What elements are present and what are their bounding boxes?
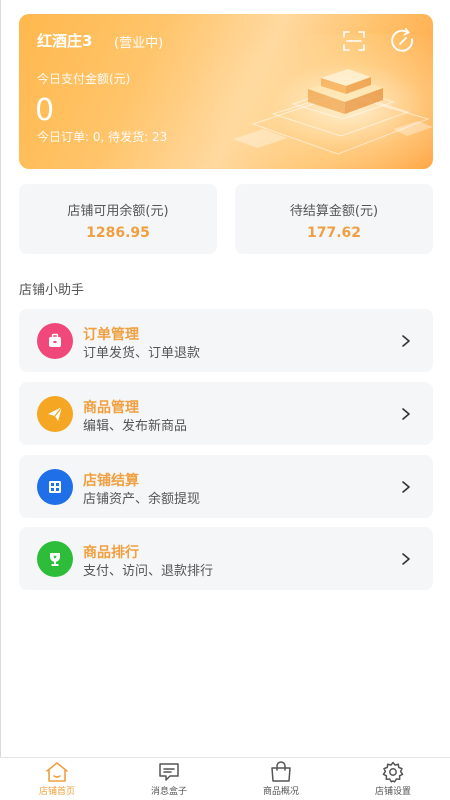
store-summary-banner: 红酒庄3 (营业中) 今日支付金额(元) 0 今日订单: 0, 待发货: 23: [19, 14, 433, 169]
menu-item-order-management[interactable]: 订单管理 订单发货、订单退款: [19, 309, 433, 372]
store-name: 红酒庄3: [37, 32, 93, 50]
menu-item-product-management[interactable]: 商品管理 编辑、发布新商品: [19, 382, 433, 445]
store-status: (营业中): [114, 36, 164, 51]
available-balance-value: 1286.95: [86, 225, 150, 241]
menu-item-title: 商品排行: [83, 545, 139, 561]
tab-label: 店铺首页: [38, 787, 75, 797]
tab-message-box[interactable]: 消息盒子: [113, 758, 225, 800]
calculator-icon: [37, 469, 73, 505]
today-payment-value: 0: [35, 93, 55, 128]
shopping-bag-icon: [271, 761, 291, 782]
available-balance-card[interactable]: 店铺可用余额(元) 1286.95: [19, 184, 217, 254]
section-title: 店铺小助手: [19, 283, 85, 298]
today-orders-summary: 今日订单: 0, 待发货: 23: [37, 130, 168, 144]
menu-item-subtitle: 店铺资产、余额提现: [83, 492, 201, 507]
menu-item-title: 订单管理: [83, 327, 139, 343]
briefcase-icon: [37, 323, 73, 359]
tab-label: 商品概况: [262, 787, 299, 797]
tab-store-settings[interactable]: 店铺设置: [337, 758, 449, 800]
menu-item-title: 商品管理: [83, 400, 139, 416]
scan-icon[interactable]: [341, 28, 367, 54]
today-payment-label: 今日支付金额(元): [37, 72, 131, 86]
menu-item-subtitle: 支付、访问、退款排行: [83, 564, 214, 579]
chevron-right-icon: [402, 553, 410, 565]
trophy-icon: [37, 541, 73, 577]
available-balance-label: 店铺可用余额(元): [67, 204, 169, 219]
bottom-tab-bar: 店铺首页 消息盒子 商品概况 店铺设置: [0, 757, 450, 800]
menu-item-store-settlement[interactable]: 店铺结算 店铺资产、余额提现: [19, 455, 433, 518]
message-icon: [159, 763, 179, 781]
chevron-right-icon: [402, 408, 410, 420]
tab-store-home[interactable]: 店铺首页: [1, 758, 113, 800]
settings-gear-icon: [382, 761, 404, 783]
tab-label: 消息盒子: [150, 787, 187, 797]
pending-settlement-card[interactable]: 待结算金额(元) 177.62: [235, 184, 433, 254]
home-icon: [46, 762, 68, 782]
paper-plane-icon: [37, 396, 73, 432]
pending-settlement-label: 待结算金额(元): [289, 204, 379, 219]
chevron-right-icon: [402, 335, 410, 347]
page-left-border: [0, 0, 1, 800]
menu-item-product-ranking[interactable]: 商品排行 支付、访问、退款排行: [19, 527, 433, 590]
chevron-right-icon: [402, 481, 410, 493]
tab-label: 店铺设置: [374, 787, 411, 797]
tab-product-overview[interactable]: 商品概况: [225, 758, 337, 800]
refresh-icon[interactable]: [389, 27, 417, 55]
pending-settlement-value: 177.62: [306, 225, 362, 241]
menu-item-title: 店铺结算: [83, 473, 139, 489]
menu-item-subtitle: 编辑、发布新商品: [83, 419, 188, 434]
menu-item-subtitle: 订单发货、订单退款: [83, 346, 201, 361]
